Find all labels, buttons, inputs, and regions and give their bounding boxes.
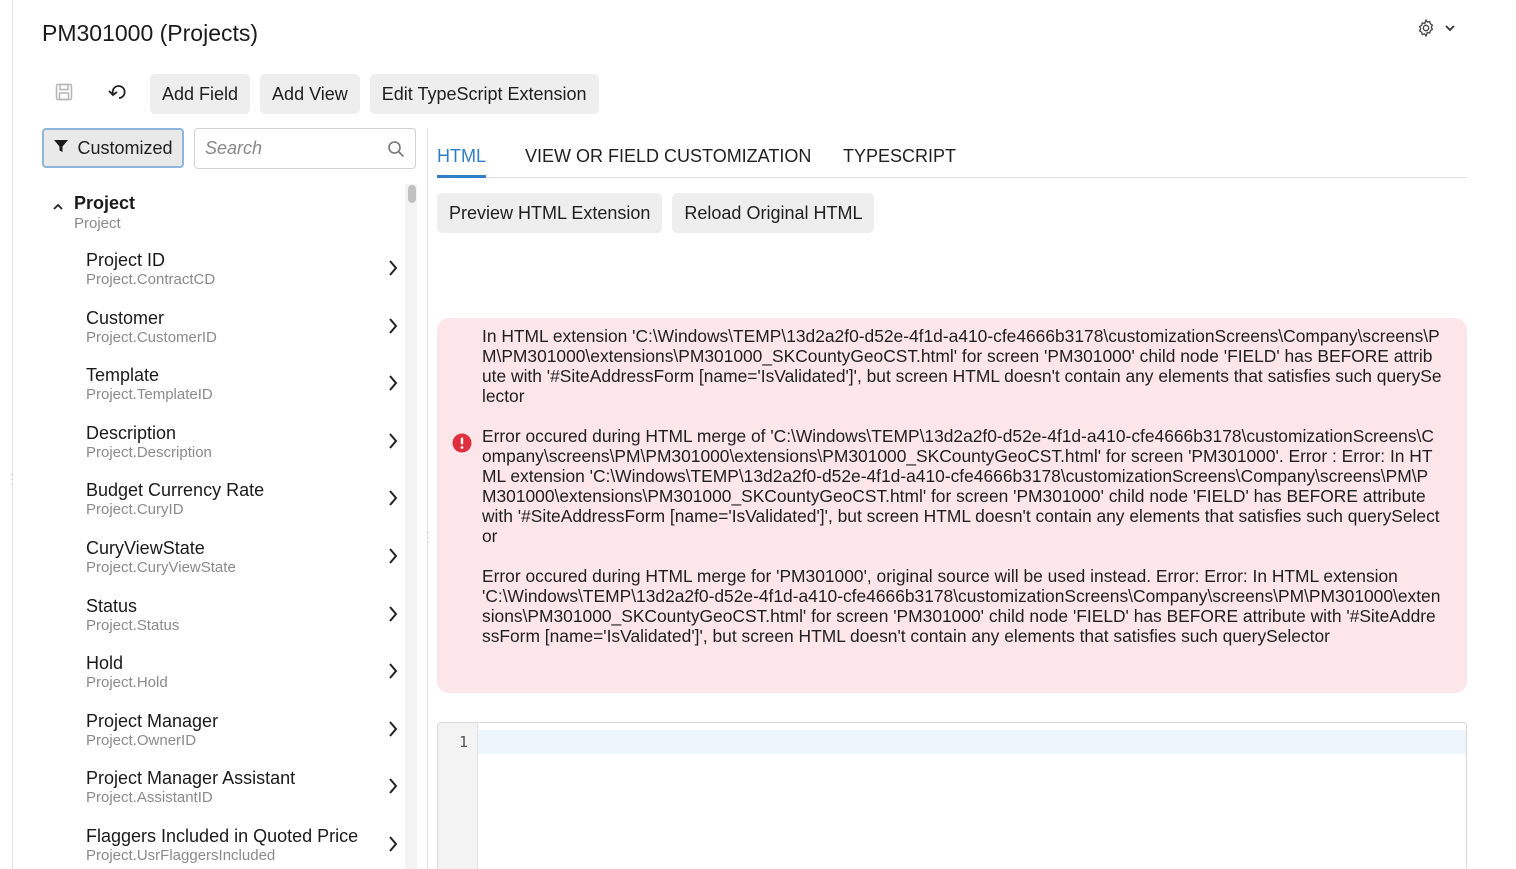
field-sub: Project.Status — [86, 616, 180, 634]
field-label: Customer — [86, 307, 165, 328]
field-list: Project ID Project.ContractCD Customer P… — [86, 249, 398, 869]
chevron-right-icon[interactable] — [388, 720, 398, 743]
error-message: Error occured during HTML merge for 'PM3… — [482, 566, 1441, 646]
field-sub: Project.ContractCD — [86, 271, 216, 288]
field-label: Description — [86, 422, 177, 443]
chevron-right-icon[interactable] — [388, 317, 398, 340]
field-sub: Project.CuryViewState — [86, 558, 236, 576]
field-label: Project Manager — [86, 710, 219, 731]
list-item[interactable]: Description Project.Description — [86, 422, 398, 480]
list-item[interactable]: Project Manager Project.OwnerID — [86, 710, 398, 768]
chevron-right-icon[interactable] — [388, 835, 398, 858]
search-box[interactable] — [194, 128, 416, 169]
field-label: Budget Currency Rate — [86, 480, 265, 501]
tree-scrollbar[interactable] — [405, 184, 417, 869]
code-editor[interactable]: 1 — [437, 722, 1467, 869]
field-sub: Project.Hold — [86, 674, 168, 692]
field-sub: Project.Description — [86, 443, 212, 461]
tab-bar: HTML VIEW OR FIELD CUSTOMIZATION TYPESCR… — [437, 134, 1467, 178]
undo-button[interactable] — [96, 74, 140, 114]
error-messages: In HTML extension 'C:\Windows\TEMP\13d2a… — [482, 326, 1442, 666]
list-item[interactable]: Hold Project.Hold — [86, 652, 398, 710]
field-sub: Project.AssistantID — [86, 789, 213, 807]
panel-splitter[interactable] — [427, 128, 428, 869]
list-item[interactable]: Customer Project.CustomerID — [86, 307, 398, 365]
field-sub: Project.CuryID — [86, 501, 184, 519]
field-label: Template — [86, 365, 160, 386]
splitter-handle[interactable]: · · · — [425, 528, 431, 547]
chevron-right-icon[interactable] — [388, 777, 398, 800]
error-message: In HTML extension 'C:\Windows\TEMP\13d2a… — [482, 326, 1442, 406]
list-item[interactable]: Project Manager Assistant Project.Assist… — [86, 767, 398, 825]
chevron-right-icon[interactable] — [388, 374, 398, 397]
field-label: Flaggers Included in Quoted Price — [86, 825, 359, 846]
customized-filter-label: Customized — [77, 137, 173, 158]
tree-scrollbar-thumb[interactable] — [408, 185, 416, 203]
field-sub: Project.TemplateID — [86, 386, 213, 404]
field-sub: Project.OwnerID — [86, 731, 197, 749]
tree-root-label: Project — [74, 193, 136, 213]
chevron-down-icon[interactable] — [1444, 22, 1456, 34]
html-actions: Preview HTML Extension Reload Original H… — [437, 193, 875, 233]
add-field-button[interactable]: Add Field — [150, 74, 251, 114]
filter-icon — [53, 138, 69, 159]
list-item[interactable]: Template Project.TemplateID — [86, 364, 398, 422]
tree-root-project[interactable]: Project Project — [52, 193, 135, 232]
toolbar: Add Field Add View Edit TypeScript Exten… — [42, 74, 599, 114]
list-item[interactable]: Flaggers Included in Quoted Price Projec… — [86, 825, 398, 869]
edit-typescript-extension-button[interactable]: Edit TypeScript Extension — [369, 74, 599, 114]
tab-typescript[interactable]: TYPESCRIPT — [843, 146, 956, 178]
tree-root-sub: Project — [74, 215, 121, 232]
add-view-button[interactable]: Add View — [260, 74, 360, 114]
gear-icon[interactable] — [1416, 18, 1436, 38]
save-button[interactable] — [42, 74, 86, 114]
field-sub: Project.CustomerID — [86, 328, 217, 346]
field-sub: Project.UsrFlaggersIncluded — [86, 846, 276, 864]
chevron-right-icon[interactable] — [388, 605, 398, 628]
field-label: Project Manager Assistant — [86, 768, 296, 789]
line-number: 1 — [458, 733, 468, 751]
chevron-right-icon[interactable] — [388, 432, 398, 455]
error-message: Error occured during HTML merge of 'C:\W… — [482, 426, 1440, 546]
field-tree: Project Project Project ID Project.Contr… — [42, 185, 402, 869]
settings-menu[interactable] — [1416, 18, 1456, 38]
list-item[interactable]: CuryViewState Project.CuryViewState — [86, 537, 398, 595]
save-icon — [54, 82, 74, 107]
left-edge-divider — [12, 0, 13, 869]
active-line[interactable] — [478, 730, 1466, 754]
field-label: Hold — [86, 653, 124, 674]
error-panel: In HTML extension 'C:\Windows\TEMP\13d2a… — [437, 318, 1467, 693]
tab-html[interactable]: HTML — [437, 146, 486, 178]
customized-filter-button[interactable]: Customized — [42, 128, 184, 168]
chevron-right-icon[interactable] — [388, 259, 398, 282]
list-item[interactable]: Project ID Project.ContractCD — [86, 249, 398, 307]
chevron-right-icon[interactable] — [388, 662, 398, 685]
chevron-up-icon[interactable] — [52, 199, 64, 217]
field-label: CuryViewState — [86, 537, 205, 558]
editor-gutter: 1 — [438, 723, 478, 869]
field-label: Status — [86, 595, 138, 616]
undo-icon — [107, 82, 129, 107]
preview-html-extension-button[interactable]: Preview HTML Extension — [437, 193, 663, 233]
tab-view-or-field-customization[interactable]: VIEW OR FIELD CUSTOMIZATION — [525, 146, 811, 178]
error-icon — [452, 433, 472, 458]
list-item[interactable]: Status Project.Status — [86, 595, 398, 653]
reload-original-html-button[interactable]: Reload Original HTML — [672, 193, 875, 233]
left-resize-handle[interactable]: · · · — [10, 470, 14, 490]
field-label: Project ID — [86, 250, 166, 270]
list-item[interactable]: Budget Currency Rate Project.CuryID — [86, 479, 398, 537]
page-title: PM301000 (Projects) — [42, 20, 259, 46]
chevron-right-icon[interactable] — [388, 547, 398, 570]
search-input[interactable] — [205, 138, 385, 159]
chevron-right-icon[interactable] — [388, 489, 398, 512]
